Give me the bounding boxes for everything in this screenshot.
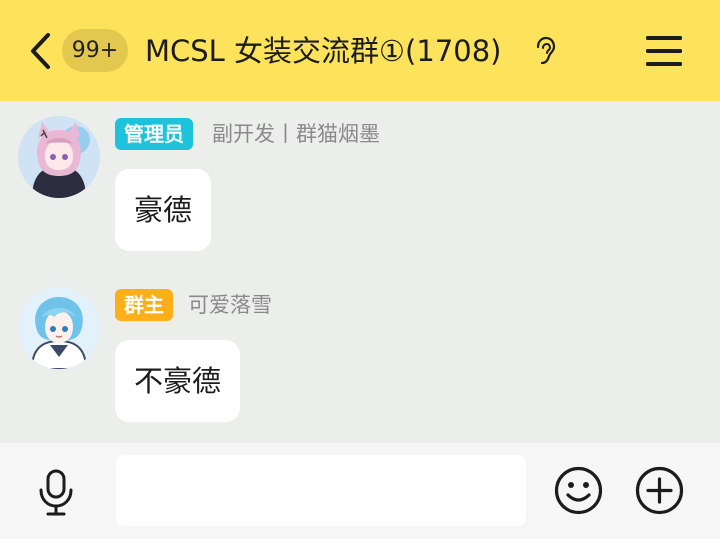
sender-name[interactable]: 副开发丨群猫烟墨 xyxy=(212,118,380,150)
owner-role-badge: 群主 xyxy=(115,289,173,321)
chat-header: 99+ MCSL 女装交流群①(1708) xyxy=(0,0,720,101)
message-input[interactable] xyxy=(116,455,526,526)
anime-boy-avatar[interactable] xyxy=(18,287,100,369)
microphone-icon[interactable] xyxy=(36,468,76,518)
back-arrow-icon[interactable] xyxy=(26,30,56,72)
anime-girl-avatar[interactable] xyxy=(18,116,100,198)
ear-icon[interactable] xyxy=(534,36,556,66)
plus-circle-icon[interactable] xyxy=(634,465,685,516)
message-bubble[interactable]: 不豪德 xyxy=(115,340,241,422)
sender-name[interactable]: 可爱落雪 xyxy=(188,289,272,321)
message-bubble[interactable]: 豪德 xyxy=(115,169,212,251)
menu-icon[interactable] xyxy=(644,33,684,69)
group-title[interactable]: MCSL 女装交流群①(1708) xyxy=(145,30,501,72)
input-bar xyxy=(0,443,720,539)
emoji-icon[interactable] xyxy=(553,465,604,516)
message-list[interactable]: 管理员 副开发丨群猫烟墨 豪德 群主 可爱落雪 不豪德 xyxy=(0,101,720,443)
admin-role-badge: 管理员 xyxy=(115,118,193,150)
unread-count-badge[interactable]: 99+ xyxy=(62,29,128,72)
